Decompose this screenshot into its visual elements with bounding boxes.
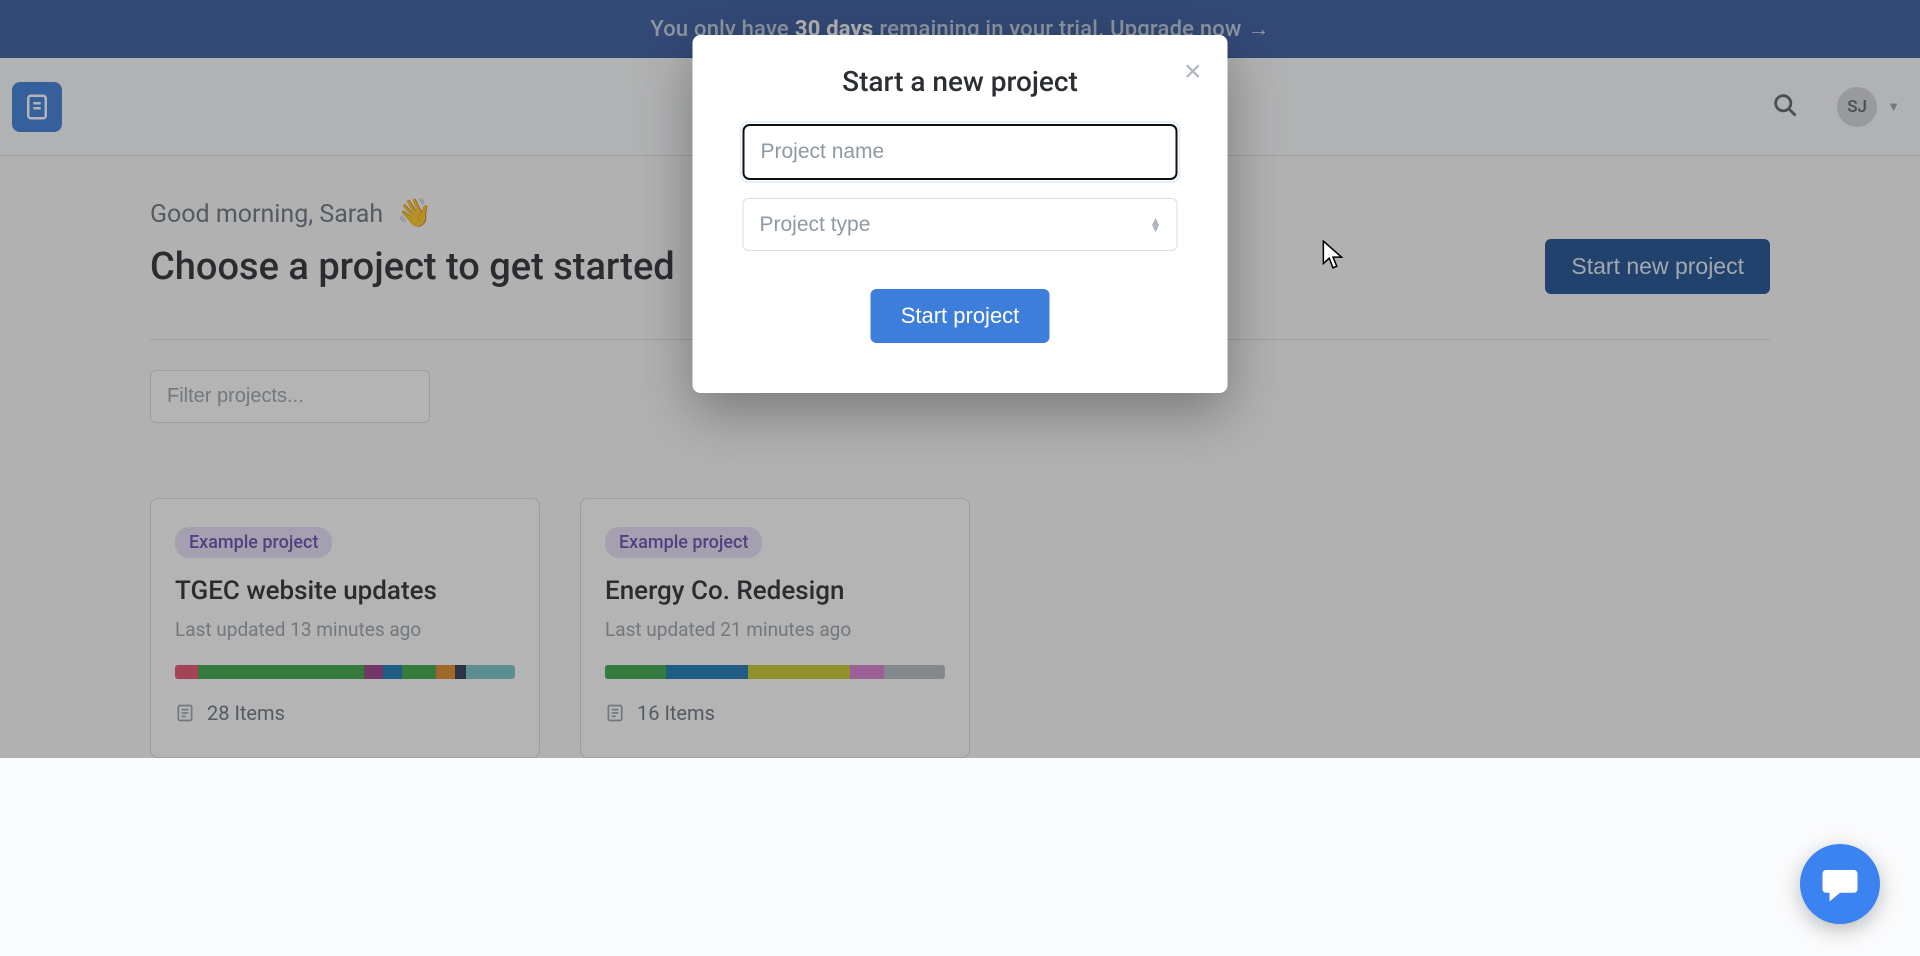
new-project-modal: Start a new project × Project type ▲▼ St… bbox=[693, 35, 1228, 393]
project-name-input[interactable] bbox=[743, 124, 1178, 180]
chat-button[interactable] bbox=[1800, 844, 1880, 924]
modal-close-button[interactable]: × bbox=[1184, 57, 1202, 87]
modal-title: Start a new project bbox=[743, 65, 1178, 98]
start-project-button[interactable]: Start project bbox=[871, 289, 1050, 343]
chat-icon bbox=[1819, 863, 1861, 905]
project-type-select[interactable]: Project type bbox=[743, 198, 1178, 251]
